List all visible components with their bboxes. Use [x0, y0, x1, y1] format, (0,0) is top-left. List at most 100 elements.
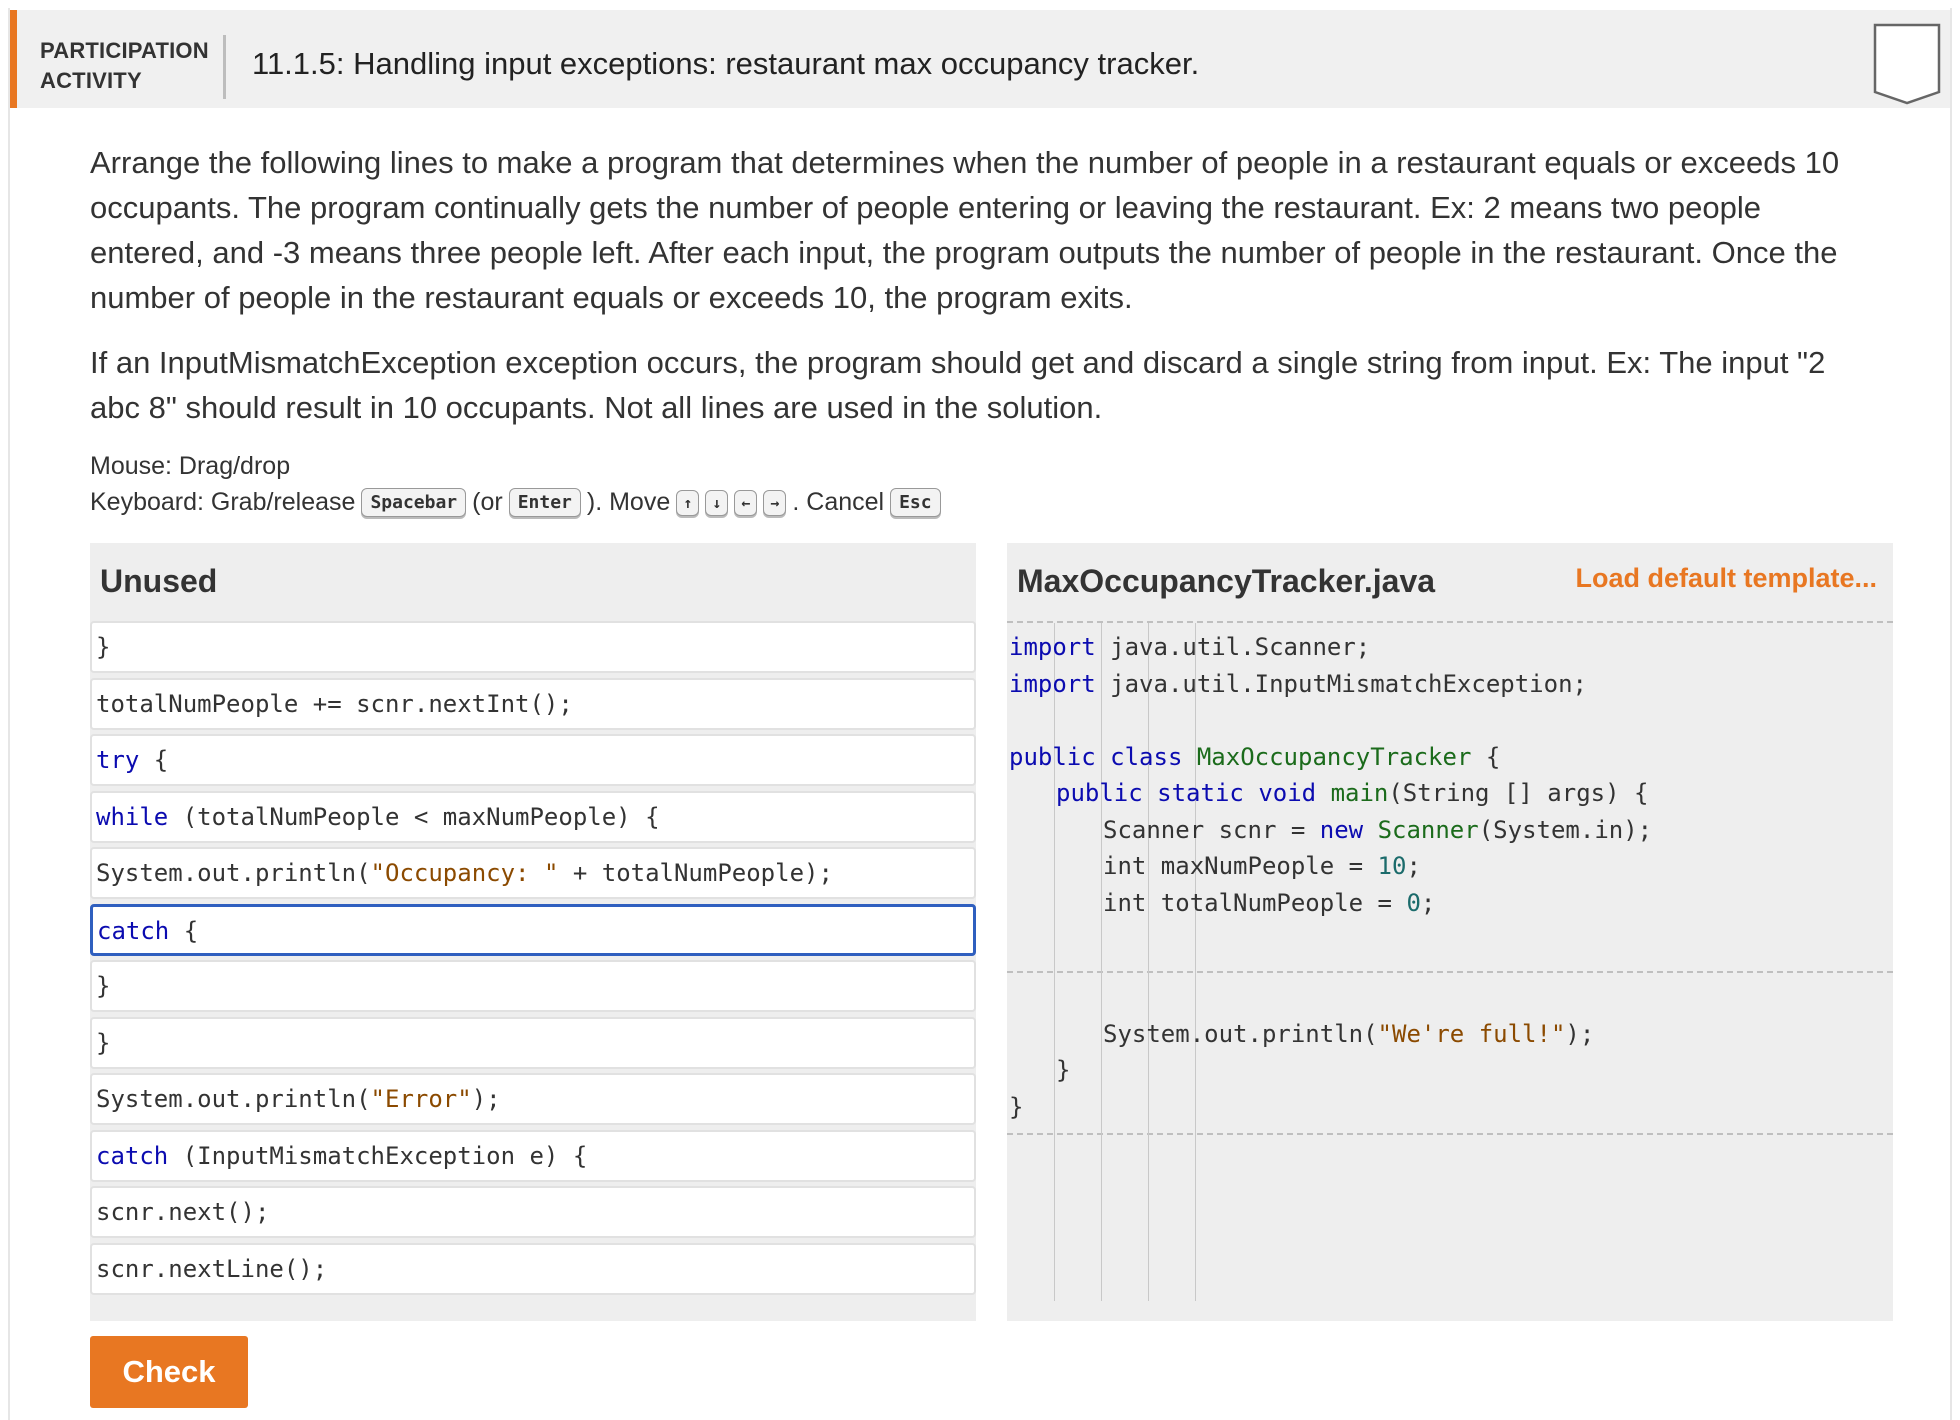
code-token: import	[1009, 669, 1096, 698]
code-token: scnr.next();	[96, 1198, 270, 1226]
code-token: {	[169, 916, 199, 945]
code-token: class	[1110, 742, 1183, 771]
code-token: "We're full!"	[1377, 1019, 1566, 1048]
participation-activity-label: PARTICIPATION ACTIVITY	[40, 36, 209, 96]
code-token: ;	[1406, 852, 1421, 880]
code-token: }	[1056, 1056, 1071, 1085]
code-line: import java.util.InputMismatchException;	[1009, 670, 1587, 698]
code-token: {	[139, 746, 169, 774]
code-token: + totalNumPeople);	[558, 859, 833, 887]
code-line: public static void main(String [] args) …	[1056, 779, 1648, 807]
keyboard-hint-move: ). Move	[586, 488, 671, 516]
code-token: 10	[1377, 852, 1407, 880]
activity-header: PARTICIPATION ACTIVITY 11.1.5: Handling …	[10, 10, 1950, 108]
code-line: }	[1056, 1056, 1070, 1084]
mouse-hint: Mouse: Drag/drop	[90, 452, 291, 480]
code-block[interactable]: while (totalNumPeople < maxNumPeople) {	[90, 790, 976, 843]
keyboard-hint-or: (or	[472, 488, 503, 516]
code-line: int totalNumPeople = 0;	[1103, 889, 1435, 917]
code-line: public class MaxOccupancyTracker {	[1009, 743, 1500, 771]
code-token: Scanner scnr =	[1103, 815, 1320, 844]
spacebar-key: Spacebar	[361, 488, 467, 517]
code-line: }	[1009, 1093, 1023, 1121]
code-token: (InputMismatchException e) {	[168, 1141, 588, 1170]
code-token: }	[96, 972, 111, 1000]
header-divider	[223, 35, 226, 99]
keyboard-hint-prefix: Keyboard: Grab/release	[90, 488, 356, 516]
code-token: Scanner	[1377, 815, 1479, 844]
unused-panel[interactable]: Unused } totalNumPeople += scnr.nextInt()…	[90, 543, 976, 1321]
indent-guide	[1148, 623, 1149, 1301]
code-token: java.util.Scanner;	[1095, 633, 1371, 661]
bookmark-icon[interactable]	[1872, 22, 1942, 106]
code-token: "Error"	[370, 1085, 472, 1113]
enter-key: Enter	[508, 488, 581, 517]
code-token: int totalNumPeople =	[1103, 888, 1407, 917]
instructions-paragraph-2: If an InputMismatchException exception o…	[90, 345, 1826, 425]
instructions-paragraph-1: Arrange the following lines to make a pr…	[90, 145, 1840, 315]
code-token: import	[1009, 633, 1096, 661]
code-token: new	[1319, 815, 1364, 844]
keyboard-hint-cancel: . Cancel	[792, 488, 885, 516]
code-block[interactable]: scnr.next();	[90, 1186, 976, 1238]
code-token: MaxOccupancyTracker	[1196, 742, 1472, 771]
code-token: void	[1258, 779, 1317, 807]
file-name-title: MaxOccupancyTracker.java	[1017, 563, 1436, 599]
indent-guide	[1195, 623, 1196, 1301]
code-token: );	[1565, 1019, 1595, 1048]
code-token: System.out.println(	[96, 1085, 371, 1113]
header-accent-bar	[10, 10, 17, 108]
code-block[interactable]: catch {	[90, 903, 976, 956]
label-line-2: ACTIVITY	[40, 68, 142, 93]
indent-guide	[1101, 623, 1102, 1301]
code-block[interactable]: scnr.nextLine();	[90, 1242, 976, 1295]
code-token: static	[1157, 779, 1244, 807]
arrow-down-icon: ↓	[705, 489, 729, 516]
code-token: (String [] args) {	[1388, 779, 1649, 807]
code-token: int maxNumPeople =	[1103, 852, 1378, 880]
code-block[interactable]: try {	[90, 734, 976, 786]
code-block[interactable]: }	[90, 621, 976, 673]
arrow-right-icon: →	[763, 489, 787, 516]
code-line: Scanner scnr = new Scanner(System.in);	[1103, 816, 1652, 844]
drop-zone-divider	[1007, 621, 1893, 623]
code-line: int maxNumPeople = 10;	[1103, 852, 1421, 880]
code-block[interactable]: catch (InputMismatchException e) {	[90, 1129, 976, 1182]
keyboard-hint: Keyboard: Grab/release Spacebar (or Ente…	[90, 488, 941, 517]
code-token: "Occupancy: "	[370, 859, 559, 887]
code-token: public	[1009, 742, 1096, 771]
esc-key: Esc	[890, 488, 941, 517]
check-button[interactable]: Check	[90, 1336, 248, 1408]
code-token: {	[1471, 742, 1501, 771]
code-token: scnr.nextLine();	[96, 1254, 328, 1283]
code-target-panel[interactable]: MaxOccupancyTracker.java Load default te…	[1007, 543, 1893, 1321]
drop-zone-divider	[1007, 1133, 1893, 1135]
code-token: try	[96, 746, 140, 774]
code-token: main	[1330, 779, 1389, 807]
code-token: public	[1056, 779, 1143, 807]
code-token: while	[96, 802, 169, 831]
code-line: System.out.println("We're full!");	[1103, 1020, 1594, 1048]
label-line-1: PARTICIPATION	[40, 38, 209, 63]
code-block[interactable]: System.out.println("Error");	[90, 1073, 976, 1125]
code-token: System.out.println(	[1103, 1019, 1378, 1048]
code-token: (totalNumPeople < maxNumPeople) {	[168, 802, 660, 831]
code-token: }	[96, 633, 111, 661]
load-default-template-link[interactable]: Load default template...	[1575, 563, 1877, 594]
code-drop-area[interactable]: import java.util.Scanner; import java.uti…	[1007, 621, 1893, 1321]
code-token: ;	[1420, 888, 1436, 917]
code-block[interactable]: totalNumPeople += scnr.nextInt();	[90, 677, 976, 730]
code-token: }	[1009, 1092, 1024, 1121]
code-token: }	[96, 1028, 111, 1057]
unused-panel-title: Unused	[100, 563, 218, 599]
code-token: java.util.InputMismatchException;	[1095, 669, 1587, 698]
code-block[interactable]: }	[90, 1016, 976, 1069]
code-block[interactable]: }	[90, 960, 976, 1012]
code-block[interactable]: System.out.println("Occupancy: " + total…	[90, 847, 976, 899]
